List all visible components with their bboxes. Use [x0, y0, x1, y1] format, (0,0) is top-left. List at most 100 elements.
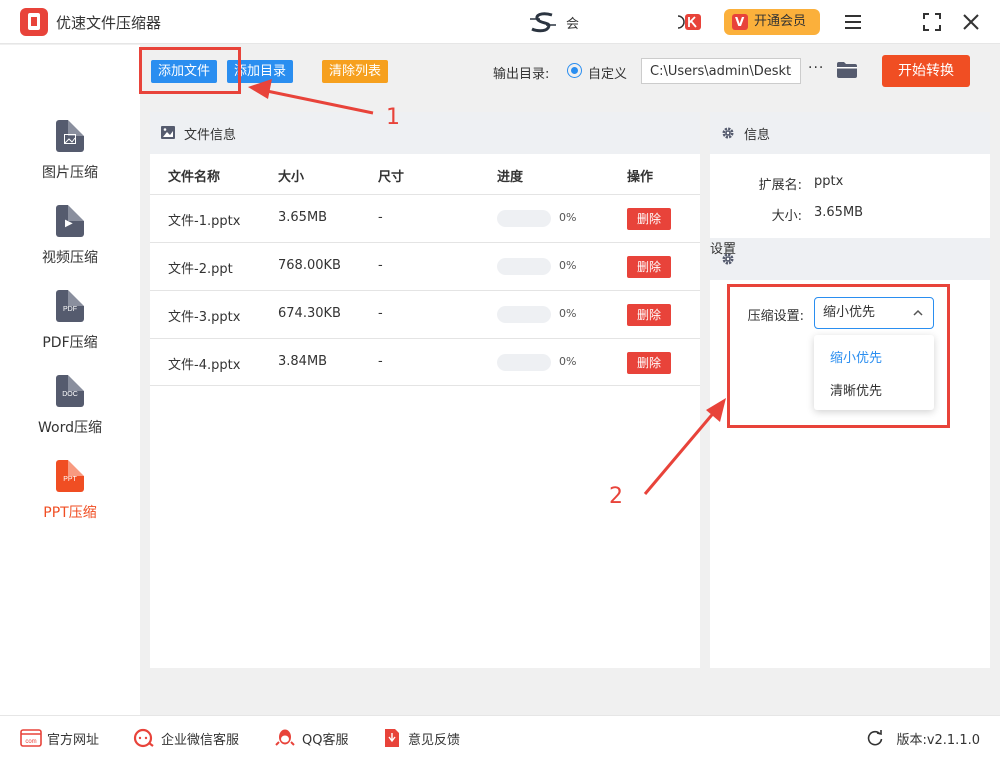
folder-icon[interactable]	[837, 62, 857, 78]
sidebar-item-label: PPT压缩	[43, 505, 97, 521]
file-name: 文件-3.pptx	[168, 310, 241, 325]
delete-button[interactable]: 删除	[627, 304, 671, 326]
start-convert-button[interactable]: 开始转换	[882, 55, 970, 87]
sidebar-item-ppt[interactable]: PPT PPT压缩	[0, 460, 140, 540]
file-panel: 文件信息 文件名称 大小 尺寸 进度 操作 文件-1.pptx 3.65MB -…	[150, 112, 700, 668]
qq-service-link[interactable]: QQ客服	[302, 729, 348, 748]
pdf-file-icon: PDF	[56, 290, 84, 322]
sidebar-item-word[interactable]: DOC Word压缩	[0, 375, 140, 455]
sidebar-item-image[interactable]: 图片压缩	[0, 120, 140, 200]
refresh-icon[interactable]	[864, 728, 886, 748]
delete-button[interactable]: 删除	[627, 352, 671, 374]
file-size: 768.00KB	[278, 258, 341, 273]
progress-bar	[497, 354, 551, 371]
select-value: 缩小优先	[823, 305, 876, 320]
file-name: 文件-4.pptx	[168, 358, 241, 373]
table-row[interactable]: 文件-4.pptx 3.84MB - 0% 删除	[150, 338, 700, 386]
progress-bar	[497, 210, 551, 227]
add-file-button[interactable]: 添加文件	[151, 60, 218, 83]
option-shrink-first[interactable]: 缩小优先	[830, 347, 882, 366]
website-icon[interactable]: com	[20, 728, 42, 748]
title-member-text[interactable]: 会	[566, 13, 579, 32]
vip-icon	[732, 14, 748, 30]
column-header-size: 大小	[278, 170, 305, 185]
svg-text:com: com	[25, 739, 36, 745]
compress-setting-label: 压缩设置:	[747, 309, 804, 324]
sidebar-item-pdf[interactable]: PDF PDF压缩	[0, 290, 140, 370]
image-icon	[161, 126, 175, 139]
column-header-name: 文件名称	[168, 170, 221, 185]
app-title: 优速文件压缩器	[56, 14, 162, 32]
website-link[interactable]: 官方网址	[47, 729, 99, 748]
progress-text: 0%	[559, 307, 577, 320]
vip-label: 开通会员	[754, 14, 807, 29]
doc-file-icon: DOC	[56, 375, 84, 407]
file-size: 3.65MB	[278, 210, 328, 225]
more-button[interactable]: ···	[808, 60, 824, 76]
sidebar: 图片压缩 ▶ 视频压缩 PDF PDF压缩 DOC Word压缩 PPT PPT…	[0, 45, 140, 715]
qq-icon[interactable]	[274, 728, 296, 748]
menu-icon[interactable]	[843, 12, 863, 32]
file-size: 3.84MB	[278, 354, 328, 369]
table-row[interactable]: 文件-1.pptx 3.65MB - 0% 删除	[150, 194, 700, 242]
size-value: 3.65MB	[814, 205, 864, 220]
progress-bar	[497, 258, 551, 275]
custom-radio-label[interactable]: 自定义	[588, 63, 627, 82]
sidebar-item-label: 视频压缩	[42, 250, 98, 266]
info-panel: 信息 扩展名: pptx 大小: 3.65MB 设置 压缩设置: 缩小优先 缩小…	[710, 112, 990, 668]
k-badge-icon[interactable]	[676, 13, 702, 31]
clear-list-button[interactable]: 清除列表	[322, 60, 389, 83]
progress-text: 0%	[559, 211, 577, 224]
settings-header: 设置	[710, 238, 990, 280]
feedback-link[interactable]: 意见反馈	[408, 729, 460, 748]
column-header-progress: 进度	[497, 170, 524, 185]
settings-title: 设置	[710, 242, 737, 257]
file-dimension: -	[378, 306, 383, 321]
progress-text: 0%	[559, 355, 577, 368]
compress-setting-select[interactable]: 缩小优先	[814, 297, 934, 329]
info-panel-header: 信息	[710, 112, 990, 154]
gear-icon	[722, 253, 734, 265]
wechat-service-icon[interactable]	[133, 728, 155, 748]
file-size: 674.30KB	[278, 306, 341, 321]
delete-button[interactable]: 删除	[627, 208, 671, 230]
file-panel-title: 文件信息	[184, 128, 237, 143]
footer: com 官方网址 企业微信客服 QQ客服 意见反馈 版本:v2.1.1.0	[0, 715, 1000, 760]
wechat-service-link[interactable]: 企业微信客服	[161, 729, 239, 748]
option-clarity-first[interactable]: 清晰优先	[830, 380, 882, 399]
ext-label: 扩展名:	[758, 178, 802, 193]
info-panel-title: 信息	[744, 128, 771, 143]
close-icon[interactable]	[961, 12, 981, 32]
vip-button[interactable]: 开通会员	[724, 9, 820, 35]
ppt-file-icon: PPT	[56, 460, 84, 492]
annotation-number-1: 1	[386, 105, 400, 130]
output-path-input[interactable]	[641, 58, 801, 84]
output-dir-label: 输出目录:	[493, 67, 550, 82]
progress-bar	[497, 306, 551, 323]
sidebar-item-label: PDF压缩	[42, 335, 98, 351]
chevron-up-icon	[913, 309, 923, 316]
annotation-number-2: 2	[609, 484, 623, 509]
maximize-icon[interactable]	[922, 12, 942, 32]
video-file-icon: ▶	[56, 205, 84, 237]
add-directory-button[interactable]: 添加目录	[227, 60, 294, 83]
s-logo-icon[interactable]	[528, 11, 558, 33]
file-dimension: -	[378, 354, 383, 369]
column-header-dimension: 尺寸	[378, 170, 405, 185]
sidebar-item-label: 图片压缩	[42, 165, 98, 181]
version-text: 版本:v2.1.1.0	[896, 733, 980, 748]
file-name: 文件-1.pptx	[168, 214, 241, 229]
file-name: 文件-2.ppt	[168, 262, 233, 277]
app-logo-icon	[20, 8, 48, 36]
sidebar-item-label: Word压缩	[38, 420, 102, 436]
gear-icon	[722, 127, 734, 139]
sidebar-item-video[interactable]: ▶ 视频压缩	[0, 205, 140, 285]
feedback-icon[interactable]	[381, 728, 403, 748]
compress-options-dropdown: 缩小优先 清晰优先	[814, 335, 934, 410]
delete-button[interactable]: 删除	[627, 256, 671, 278]
custom-radio[interactable]	[567, 63, 582, 78]
ext-value: pptx	[814, 174, 844, 189]
progress-text: 0%	[559, 259, 577, 272]
table-row[interactable]: 文件-2.ppt 768.00KB - 0% 删除	[150, 242, 700, 290]
table-row[interactable]: 文件-3.pptx 674.30KB - 0% 删除	[150, 290, 700, 338]
